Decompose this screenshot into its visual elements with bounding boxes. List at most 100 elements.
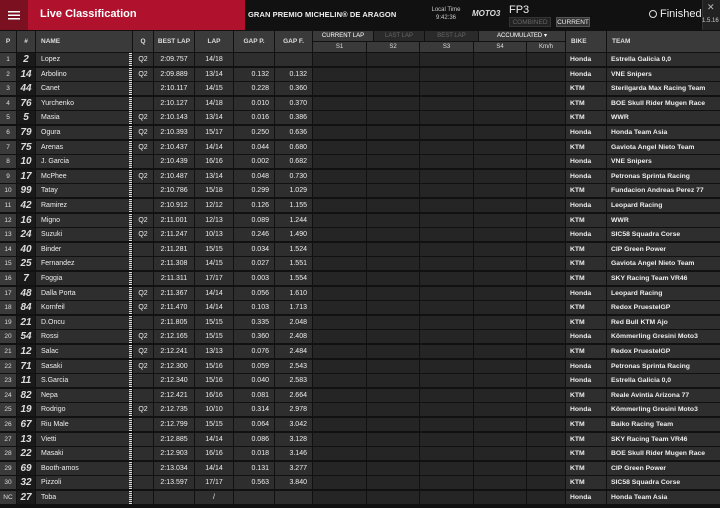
- cell-q: [133, 242, 153, 256]
- table-row[interactable]: 1 2 Lopez Q2 2:09.757 14/18 Honda Estrella Gali…: [0, 52, 720, 66]
- cell-pos-text: 6: [6, 129, 10, 136]
- cell-gap-f: [275, 53, 312, 66]
- table-row[interactable]: 5 5 Masia Q2 2:10.143 13/14 0.016 0.386 KTM WWR: [0, 110, 720, 125]
- cell-number-text: 13: [20, 433, 32, 445]
- cell-name: S.Garcia: [36, 374, 132, 388]
- cell-q-text: Q2: [138, 289, 148, 297]
- table-row[interactable]: 10 99 TatayP 2:10.786 15/18 0.299 1.029 KTM Fund…: [0, 183, 720, 198]
- cell-gap-p: 0.089: [234, 213, 274, 227]
- cell-s1: [313, 447, 366, 461]
- cell-number: 84: [17, 301, 35, 315]
- cell-bike: KTM: [566, 388, 606, 402]
- table-row[interactable]: 8 10 J. Garcia 2:10.439 16/16 0.002 0.682 Honda…: [0, 154, 720, 169]
- cell-s4: [474, 67, 526, 81]
- cell-gap-p-text: 0.027: [251, 260, 269, 268]
- cell-bike: KTM: [566, 272, 606, 285]
- chevron-down-icon: ▾: [543, 33, 547, 39]
- cell-team-text: Fundacion Andreas Perez 77: [611, 187, 704, 195]
- table-row[interactable]: 17 48 Dalla Porta Q2 2:11.367 14/14 0.056 1.610…: [0, 286, 720, 300]
- checkered-flag-icon: [129, 461, 132, 475]
- cell-number: 54: [17, 330, 35, 344]
- table-row[interactable]: 6 79 Ogura Q2 2:10.393 15/17 0.250 0.636 Honda Ho…: [0, 125, 720, 139]
- table-row[interactable]: 15 25 FernandezP 2:11.308 14/15 0.027 1.551 KTM…: [0, 256, 720, 271]
- cell-speed: [527, 476, 565, 490]
- cell-q-text: Q2: [138, 56, 148, 63]
- cell-bike-text: KTM: [570, 187, 585, 195]
- cell-s3: [420, 418, 473, 431]
- table-row[interactable]: 26 67 Riu Male 2:12.799 15/15 0.064 3.042 KTM Ba…: [0, 417, 720, 431]
- table-row[interactable]: 3 44 CanetP 2:10.117 14/15 0.228 0.360 KTM Steri…: [0, 81, 720, 96]
- cell-s4: [474, 330, 526, 344]
- tab-best-lap[interactable]: BEST LAP: [425, 31, 478, 41]
- cell-q: Q2: [133, 53, 153, 66]
- cell-gap-p: 0.002: [234, 155, 274, 169]
- cell-s3: [420, 53, 473, 66]
- table-row[interactable]: 2 14 Arbolino Q2 2:09.889 13/14 0.132 0.132 Hond…: [0, 67, 720, 81]
- cell-gap-p: 0.040: [234, 374, 274, 388]
- cell-speed: [527, 242, 565, 256]
- tab-current-lap[interactable]: CURRENT LAP: [313, 31, 373, 41]
- tab-accumulated[interactable]: ACCUMULATED ▾: [479, 31, 565, 41]
- cell-lap: 16/16: [195, 155, 233, 169]
- session-status: Finished: [660, 8, 702, 20]
- cell-gap-f: 3.042: [275, 418, 312, 431]
- cell-lap-text: 14/14: [205, 435, 223, 443]
- cell-number-text: 27: [20, 492, 32, 503]
- cell-name: Suzuki: [36, 228, 132, 242]
- cell-number: 17: [17, 169, 35, 183]
- cell-best-lap-text: 2:12.241: [160, 348, 188, 355]
- table-row[interactable]: 28 22 Masaki 2:12.903 16/16 0.018 3.146 KTM BOE …: [0, 446, 720, 461]
- cell-name: Booth-amos: [36, 461, 132, 475]
- cell-lap-text: 16/16: [205, 391, 223, 399]
- table-row[interactable]: 11 42 Ramirez 2:10.912 12/12 0.126 1.155 Honda L…: [0, 198, 720, 212]
- table-row[interactable]: 27 13 Vietti 2:12.885 14/14 0.086 3.128 KTM SKY …: [0, 432, 720, 446]
- table-row[interactable]: 20 54 Rossi Q2 2:12.165 15/15 0.360 2.408 Honda K…: [0, 329, 720, 344]
- table-header: P # NAME Q BEST LAP LAP GAP P. GAP F. CU…: [0, 30, 720, 52]
- col-best-lap[interactable]: BEST LAP: [154, 31, 194, 52]
- cell-team-text: Redox PruestelGP: [611, 304, 671, 312]
- combined-toggle[interactable]: COMBINED: [509, 17, 551, 27]
- table-row[interactable]: 24 82 Nepa 2:12.421 16/16 0.081 2.664 KTM Reale …: [0, 388, 720, 402]
- table-row[interactable]: 4 76 Yurchenko 2:10.127 14/18 0.010 0.370 KTM BO…: [0, 96, 720, 110]
- cell-s3: [420, 330, 473, 344]
- cell-s3: [420, 403, 473, 417]
- table-row[interactable]: 21 12 Salac Q2 2:12.241 13/13 0.076 2.484 KTM Red…: [0, 344, 720, 358]
- table-row[interactable]: 29 69 Booth-amos 2:13.034 14/14 0.131 3.277 KTM…: [0, 461, 720, 475]
- table-row[interactable]: 14 40 Binder 2:11.281 15/15 0.034 1.524 KTM CIP …: [0, 242, 720, 256]
- table-row[interactable]: 25 19 Rodrigo Q2 2:12.735 10/10 0.314 2.978 Hond…: [0, 402, 720, 417]
- table-row[interactable]: 16 7 Foggia 2:11.311 17/17 0.003 1.554 KTM SKY R…: [0, 271, 720, 285]
- close-button[interactable]: ✕: [702, 0, 720, 30]
- table-row[interactable]: 30 32 Pizzoli 2:13.597 17/17 0.563 3.840 KTM SIC…: [0, 475, 720, 490]
- table-row[interactable]: 18 84 Kornfeil Q2 2:11.470 14/14 0.103 1.713 KTM…: [0, 300, 720, 315]
- table-row[interactable]: 12 16 MignoP Q2 2:11.001 12/13 0.089 1.244 KTM WW…: [0, 213, 720, 227]
- cell-pos-text: 16: [4, 275, 12, 282]
- cell-s4: [474, 199, 526, 212]
- cell-pos-text: 20: [4, 333, 12, 341]
- table-row[interactable]: 22 71 SasakiP Q2 2:12.300 15/16 0.059 2.543 Hond…: [0, 359, 720, 373]
- table-row[interactable]: 9 17 McPheeP Q2 2:10.487 13/14 0.048 0.730 Honda…: [0, 169, 720, 183]
- checkered-flag-icon: [129, 388, 132, 402]
- finished-flag-icon: [649, 10, 657, 18]
- cell-bike: KTM: [566, 345, 606, 358]
- cell-pos-text: 27: [4, 435, 12, 443]
- cell-s2: [367, 286, 419, 300]
- page-title: Live Classification: [40, 8, 137, 20]
- cell-number-text: 11: [20, 375, 32, 387]
- cell-s4: [474, 96, 526, 110]
- cell-name-text: Lopez: [41, 56, 61, 63]
- table-row[interactable]: 19 21 D.Oncu 2:11.805 15/15 0.335 2.048 KTM Red …: [0, 315, 720, 329]
- table-row[interactable]: 13 24 Suzuki Q2 2:11.247 10/13 0.246 1.490 Honda…: [0, 227, 720, 242]
- current-toggle[interactable]: CURRENT: [556, 17, 590, 27]
- table-row[interactable]: 23 11 S.Garcia 2:12.340 15/16 0.040 2.583 Honda…: [0, 373, 720, 388]
- cell-team-text: VNE Snipers: [611, 70, 652, 78]
- cell-s3: [420, 213, 473, 227]
- col-name[interactable]: NAME: [36, 31, 132, 52]
- cell-number: 25: [17, 257, 35, 271]
- tab-last-lap[interactable]: LAST LAP: [374, 31, 424, 41]
- cell-s4: [474, 126, 526, 139]
- table-row[interactable]: NC 27 TobaP / Honda Honda Team Asia: [0, 490, 720, 504]
- table-row[interactable]: 7 75 Arenas Q2 2:10.437 14/14 0.044 0.680 KTM Gav…: [0, 140, 720, 154]
- menu-button[interactable]: [0, 0, 28, 30]
- cell-number-text: 7: [23, 273, 29, 284]
- cell-best-lap: 2:11.311: [154, 272, 194, 285]
